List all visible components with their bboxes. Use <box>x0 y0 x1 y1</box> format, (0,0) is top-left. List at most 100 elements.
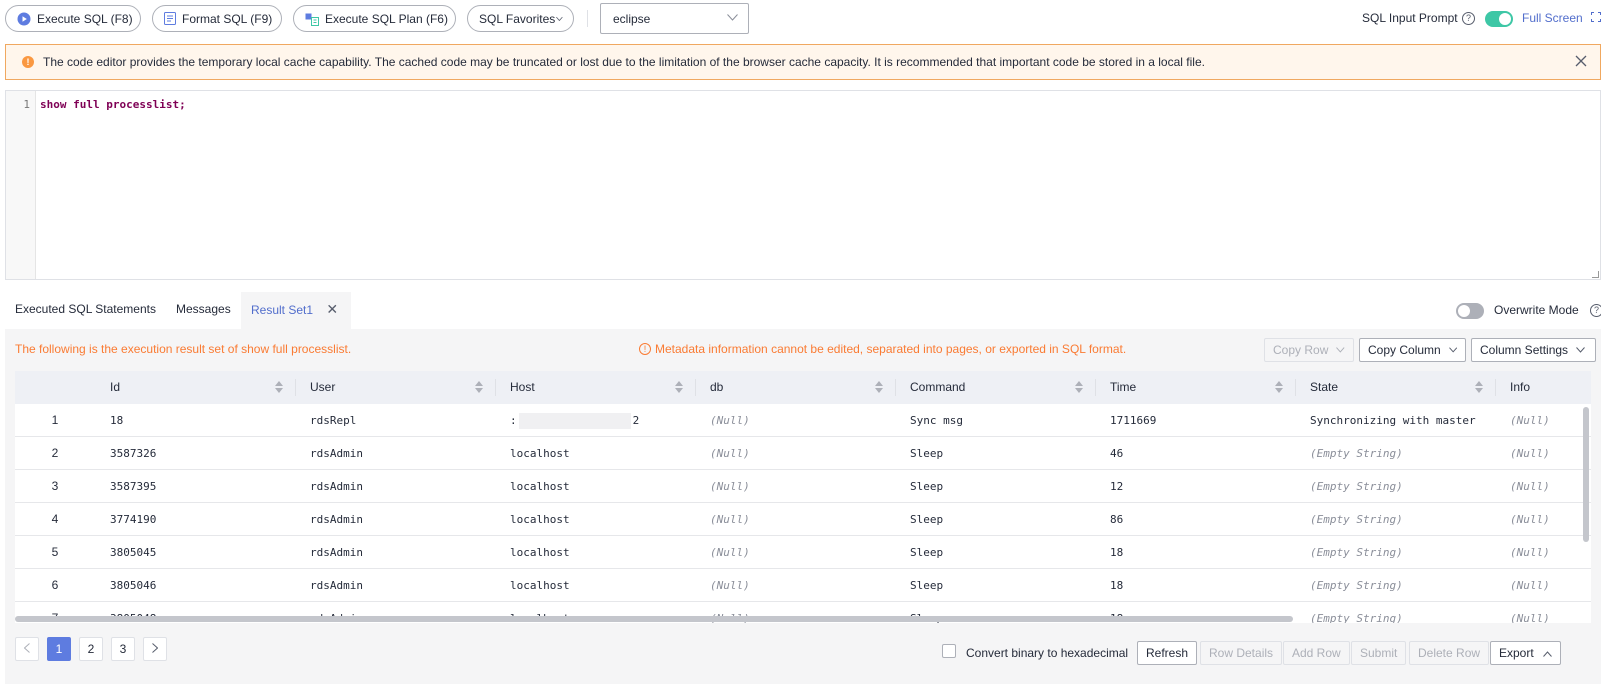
tab-result-set1[interactable]: Result Set1 ✕ <box>241 292 351 329</box>
cell-state[interactable]: (Empty String) <box>1310 569 1403 602</box>
column-header-db[interactable]: db <box>695 371 895 404</box>
column-header-time[interactable]: Time <box>1095 371 1295 404</box>
table-row[interactable]: 4 3774190 rdsAdmin localhost (Null) Slee… <box>15 503 1591 536</box>
sort-icon[interactable] <box>1275 381 1283 393</box>
cell-host[interactable]: localhost <box>510 569 570 602</box>
cell-time[interactable]: 18 <box>1110 569 1123 602</box>
cell-time[interactable]: 18 <box>1110 536 1123 569</box>
cell-db[interactable]: (Null) <box>710 470 750 503</box>
cell-host[interactable]: localhost <box>510 503 570 536</box>
cell-time[interactable]: 46 <box>1110 437 1123 470</box>
cell-db[interactable]: (Null) <box>710 503 750 536</box>
convert-binary-checkbox[interactable] <box>942 644 956 658</box>
cell-time[interactable]: 12 <box>1110 470 1123 503</box>
sql-code-line[interactable]: show full processlist; <box>40 98 186 111</box>
copy-column-button[interactable]: Copy Column <box>1359 338 1466 362</box>
sort-icon[interactable] <box>275 381 283 393</box>
row-details-button[interactable]: Row Details <box>1200 641 1283 665</box>
cell-id[interactable]: 3587326 <box>110 437 156 470</box>
cell-host[interactable]: localhost <box>510 470 570 503</box>
horizontal-scrollbar[interactable] <box>15 616 1293 622</box>
copy-row-button[interactable]: Copy Row <box>1264 338 1354 362</box>
sort-icon[interactable] <box>675 381 683 393</box>
table-row[interactable]: 1 18 rdsRepl :2 (Null) Sync msg 1711669 … <box>15 404 1591 437</box>
cell-time[interactable]: 86 <box>1110 503 1123 536</box>
cell-time[interactable]: 1711669 <box>1110 404 1156 437</box>
format-sql-button[interactable]: Format SQL (F9) <box>152 5 282 32</box>
cell-db[interactable]: (Null) <box>710 404 750 437</box>
column-header-command[interactable]: Command <box>895 371 1095 404</box>
full-screen-button[interactable]: Full Screen <box>1522 11 1601 25</box>
cell-info[interactable]: (Null) <box>1510 503 1550 536</box>
cell-db[interactable]: (Null) <box>710 536 750 569</box>
cell-info[interactable]: (Null) <box>1510 569 1550 602</box>
table-row[interactable]: 5 3805045 rdsAdmin localhost (Null) Slee… <box>15 536 1591 569</box>
cell-id[interactable]: 3774190 <box>110 503 156 536</box>
next-page-button[interactable] <box>143 637 167 661</box>
cell-state[interactable]: (Empty String) <box>1310 470 1403 503</box>
cell-state[interactable]: (Empty String) <box>1310 503 1403 536</box>
close-tab-icon[interactable]: ✕ <box>326 301 338 317</box>
cell-user[interactable]: rdsAdmin <box>310 569 363 602</box>
cell-info[interactable]: (Null) <box>1510 602 1550 623</box>
cell-user[interactable]: rdsAdmin <box>310 437 363 470</box>
cell-user[interactable]: rdsAdmin <box>310 503 363 536</box>
sql-code-editor[interactable]: 1 show full processlist; <box>5 90 1601 280</box>
cell-state[interactable]: (Empty String) <box>1310 602 1403 623</box>
page-button[interactable]: 1 <box>47 637 71 661</box>
cell-db[interactable]: (Null) <box>710 437 750 470</box>
table-row[interactable]: 6 3805046 rdsAdmin localhost (Null) Slee… <box>15 569 1591 602</box>
page-button[interactable]: 2 <box>79 637 103 661</box>
column-header-id[interactable]: Id <box>95 371 295 404</box>
cell-id[interactable]: 3587395 <box>110 470 156 503</box>
overwrite-mode-toggle[interactable] <box>1456 303 1484 319</box>
delete-row-button[interactable]: Delete Row <box>1409 641 1490 665</box>
cell-command[interactable]: Sleep <box>910 569 943 602</box>
execute-sql-button[interactable]: Execute SQL (F8) <box>5 5 141 32</box>
vertical-scrollbar[interactable] <box>1583 407 1589 542</box>
help-icon[interactable]: ? <box>1590 304 1601 317</box>
cell-user[interactable]: rdsAdmin <box>310 536 363 569</box>
sort-icon[interactable] <box>1475 381 1483 393</box>
sort-icon[interactable] <box>875 381 883 393</box>
table-row[interactable]: 2 3587326 rdsAdmin localhost (Null) Slee… <box>15 437 1591 470</box>
cell-host[interactable]: :2 <box>510 404 639 437</box>
cell-info[interactable]: (Null) <box>1510 470 1550 503</box>
resize-handle[interactable] <box>1592 271 1599 278</box>
cell-command[interactable]: Sleep <box>910 536 943 569</box>
refresh-button[interactable]: Refresh <box>1137 641 1198 665</box>
column-settings-button[interactable]: Column Settings <box>1471 338 1596 362</box>
cell-state[interactable]: (Empty String) <box>1310 437 1403 470</box>
cell-info[interactable]: (Null) <box>1510 536 1550 569</box>
cell-host[interactable]: localhost <box>510 437 570 470</box>
cell-info[interactable]: (Null) <box>1510 437 1550 470</box>
cell-id[interactable]: 3805045 <box>110 536 156 569</box>
editor-theme-select[interactable]: eclipse <box>600 3 749 34</box>
cell-host[interactable]: localhost <box>510 536 570 569</box>
column-header-user[interactable]: User <box>295 371 495 404</box>
cell-user[interactable]: rdsAdmin <box>310 470 363 503</box>
cell-command[interactable]: Sleep <box>910 503 943 536</box>
submit-button[interactable]: Submit <box>1351 641 1407 665</box>
column-header-info[interactable]: Info <box>1495 371 1591 404</box>
tab-executed-sql-statements[interactable]: Executed SQL Statements <box>15 292 156 329</box>
cell-id[interactable]: 18 <box>110 404 123 437</box>
add-row-button[interactable]: Add Row <box>1283 641 1350 665</box>
sql-favorites-dropdown[interactable]: SQL Favorites <box>467 5 574 32</box>
cell-state[interactable]: (Empty String) <box>1310 536 1403 569</box>
cell-state[interactable]: Synchronizing with master <box>1310 404 1476 437</box>
page-button[interactable]: 3 <box>111 637 135 661</box>
execute-sql-plan-button[interactable]: Execute SQL Plan (F6) <box>293 5 456 32</box>
export-button[interactable]: Export <box>1490 641 1562 665</box>
sql-input-prompt-toggle[interactable] <box>1485 11 1513 27</box>
cell-user[interactable]: rdsRepl <box>310 404 356 437</box>
help-icon[interactable]: ? <box>1462 12 1475 25</box>
cell-id[interactable]: 3805046 <box>110 569 156 602</box>
cell-db[interactable]: (Null) <box>710 569 750 602</box>
cell-command[interactable]: Sleep <box>910 470 943 503</box>
cell-info[interactable]: (Null) <box>1510 404 1550 437</box>
column-header-host[interactable]: Host <box>495 371 695 404</box>
prev-page-button[interactable] <box>15 637 39 661</box>
tab-messages[interactable]: Messages <box>176 292 231 329</box>
cell-command[interactable]: Sleep <box>910 437 943 470</box>
